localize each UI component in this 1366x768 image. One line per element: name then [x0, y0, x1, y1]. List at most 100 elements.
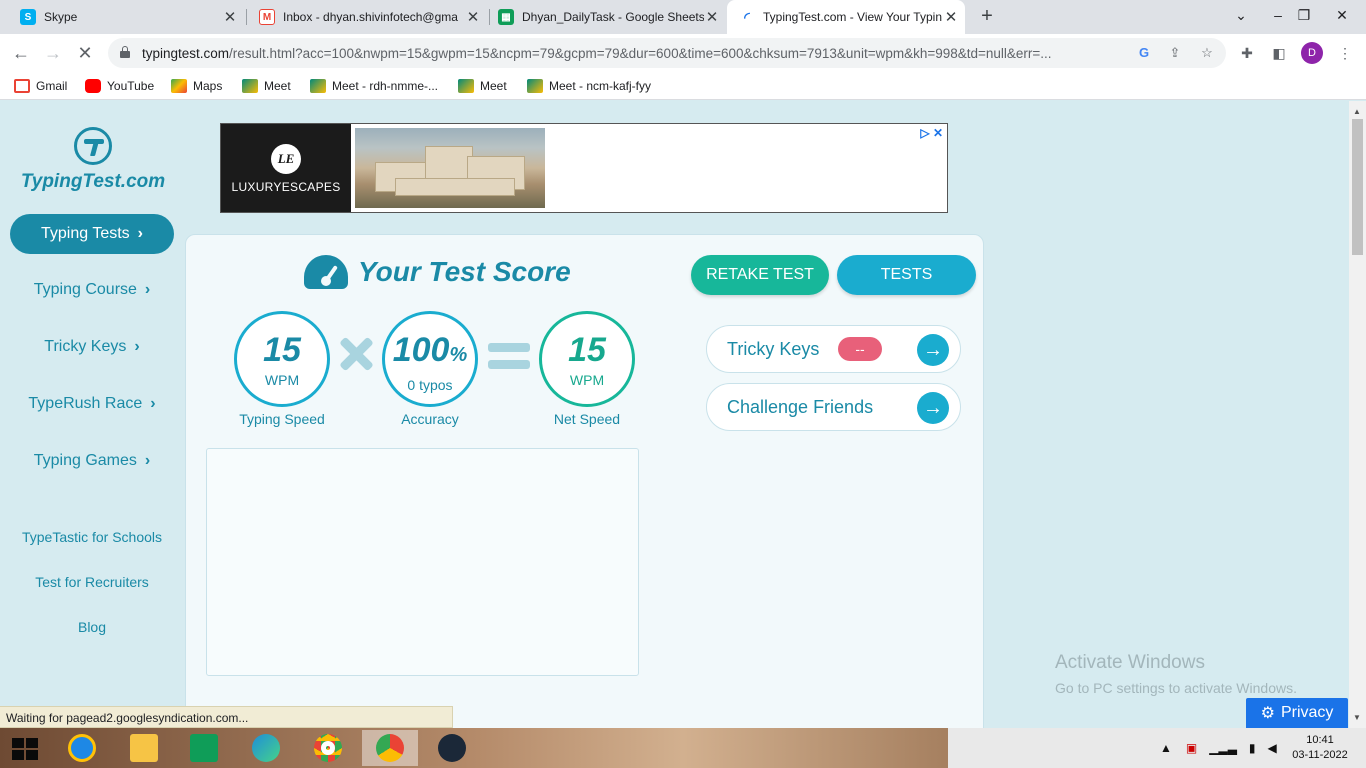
google-lens-icon[interactable]: G: [1135, 44, 1153, 62]
link-test-recruiters[interactable]: Test for Recruiters: [10, 574, 174, 590]
sidebar-item-typing-course[interactable]: Typing Course ›: [10, 275, 174, 305]
share-icon[interactable]: ⇪: [1166, 44, 1184, 62]
edge-icon[interactable]: [238, 730, 294, 766]
sidebar-item-typing-games[interactable]: Typing Games ›: [10, 446, 174, 476]
bookmarks-bar: Gmail YouTube Maps Meet Meet - rdh-nmme-…: [0, 72, 1366, 100]
close-icon[interactable]: ✕: [222, 8, 238, 26]
youtube-icon: [85, 79, 101, 93]
site-logo[interactable]: TypingTest.com: [18, 127, 168, 193]
net-speed-value: 15: [568, 331, 606, 369]
sidebar-item-typerush-race[interactable]: TypeRush Race ›: [10, 389, 174, 419]
forward-button[interactable]: →: [40, 40, 66, 66]
chevron-right-icon: ›: [144, 452, 151, 469]
meet-icon: [527, 79, 543, 93]
challenge-friends-card[interactable]: Challenge Friends →: [706, 383, 961, 431]
store-icon[interactable]: [176, 730, 232, 766]
net-speed-unit: WPM: [569, 372, 605, 388]
chrome-icon[interactable]: [300, 730, 356, 766]
link-blog[interactable]: Blog: [10, 619, 174, 635]
chrome-active-icon[interactable]: [362, 730, 418, 766]
tricky-keys-card[interactable]: Tricky Keys -- →: [706, 325, 961, 373]
meet-icon: [242, 79, 258, 93]
bookmark-meet-rdh[interactable]: Meet - rdh-nmme-...: [310, 77, 438, 95]
close-window-button[interactable]: ✕: [1322, 0, 1362, 30]
tab-title: Dhyan_DailyTask - Google Sheets: [522, 10, 704, 24]
network-error-icon[interactable]: ▣: [1186, 741, 1197, 755]
volume-icon[interactable]: ◀: [1268, 741, 1277, 755]
bookmark-maps[interactable]: Maps: [171, 77, 222, 95]
side-panel-icon[interactable]: ◧: [1268, 42, 1290, 64]
ad-brand-text: LUXURYESCAPES: [231, 180, 341, 194]
bookmark-meet-2[interactable]: Meet: [458, 77, 507, 95]
tab-sheets[interactable]: ▦ Dhyan_DailyTask - Google Sheets ✕: [486, 0, 726, 34]
bookmark-meet-ncm[interactable]: Meet - ncm-kafj-fyy: [527, 77, 651, 95]
page-scrollbar[interactable]: ▲ ▼: [1349, 101, 1366, 728]
arrow-right-icon[interactable]: →: [917, 334, 949, 366]
sidebar-item-typing-tests[interactable]: Typing Tests ›: [10, 214, 174, 254]
activate-subtitle: Go to PC settings to activate Windows.: [1055, 680, 1297, 696]
link-typetastic-schools[interactable]: TypeTastic for Schools: [10, 529, 174, 545]
accuracy-caption: Accuracy: [401, 411, 459, 427]
profile-avatar[interactable]: D: [1301, 42, 1323, 64]
address-bar[interactable]: typingtest.com/result.html?acc=100&nwpm=…: [108, 38, 1226, 68]
ad-monogram: LE: [271, 144, 301, 174]
tab-skype[interactable]: S Skype ✕: [8, 0, 244, 34]
close-icon[interactable]: ✕: [943, 8, 959, 26]
privacy-button[interactable]: ⚙ Privacy: [1246, 698, 1348, 728]
challenge-friends-label: Challenge Friends: [727, 396, 874, 417]
scroll-thumb[interactable]: [1352, 119, 1363, 255]
stop-loading-button[interactable]: ✕: [72, 40, 98, 66]
ad-brand-panel: LE LUXURYESCAPES: [221, 124, 351, 212]
close-icon[interactable]: ✕: [465, 8, 481, 26]
score-card: Your Test Score RETAKE TEST TESTS 15 WPM…: [185, 234, 984, 728]
logo-icon: [74, 127, 112, 165]
ad-choices-icon[interactable]: ▷ ✕: [920, 126, 943, 140]
percent-sign: %: [449, 344, 468, 366]
bookmark-star-icon[interactable]: ☆: [1198, 44, 1216, 62]
accuracy-number: 100: [392, 331, 450, 369]
clock-time: 10:41: [1306, 734, 1334, 746]
signal-icon[interactable]: ▁▂▃: [1209, 741, 1237, 755]
ad-image: [355, 128, 545, 208]
typing-speed-unit: WPM: [264, 372, 300, 388]
steam-icon[interactable]: [424, 730, 480, 766]
close-icon[interactable]: ✕: [704, 8, 720, 26]
tab-title: Inbox - dhyan.shivinfotech@gma: [283, 10, 458, 24]
chevron-right-icon: ›: [134, 338, 140, 355]
menu-icon[interactable]: ⋮: [1334, 42, 1356, 64]
multiply-icon: [338, 336, 374, 372]
internet-explorer-icon[interactable]: [54, 730, 110, 766]
extensions-icon[interactable]: ✚: [1236, 42, 1258, 64]
battery-icon[interactable]: ▮: [1249, 741, 1256, 755]
restore-button[interactable]: ❐: [1292, 0, 1316, 30]
sidebar-item-label: Tricky Keys: [44, 338, 127, 355]
meet-icon: [458, 79, 474, 93]
scroll-up-arrow[interactable]: ▲: [1353, 107, 1361, 116]
sidebar-item-label: TypeRush Race: [28, 395, 143, 412]
activate-title: Activate Windows: [1055, 652, 1205, 673]
lock-icon[interactable]: [120, 46, 130, 58]
minimize-button[interactable]: –: [1266, 0, 1290, 30]
tab-gmail[interactable]: M Inbox - dhyan.shivinfotech@gma ✕: [247, 0, 487, 34]
accuracy-value: 100%: [385, 332, 475, 373]
sidebar-item-tricky-keys[interactable]: Tricky Keys ›: [10, 332, 174, 362]
tab-search-icon[interactable]: ⌄: [1228, 0, 1254, 30]
bookmark-meet[interactable]: Meet: [242, 77, 291, 95]
scroll-down-arrow[interactable]: ▼: [1353, 713, 1361, 722]
back-button[interactable]: ←: [8, 40, 34, 66]
chevron-up-icon[interactable]: ▲: [1160, 741, 1172, 755]
tests-button[interactable]: TESTS: [837, 255, 976, 295]
retake-test-button[interactable]: RETAKE TEST: [691, 255, 829, 295]
tab-typingtest[interactable]: ◜ TypingTest.com - View Your Typin ✕: [727, 0, 965, 34]
maps-icon: [171, 79, 187, 93]
new-tab-button[interactable]: +: [976, 5, 998, 27]
file-explorer-icon[interactable]: [116, 730, 172, 766]
url-text[interactable]: typingtest.com/result.html?acc=100&nwpm=…: [142, 46, 1127, 61]
bookmark-gmail[interactable]: Gmail: [14, 77, 67, 95]
ad-banner[interactable]: LE LUXURYESCAPES ▷ ✕: [220, 123, 948, 213]
taskbar-clock[interactable]: 10:41 03-11-2022: [1285, 733, 1355, 763]
windows-start-icon[interactable]: [12, 738, 38, 760]
page-content: TypingTest.com Typing Tests › Typing Cour…: [0, 101, 1349, 728]
arrow-right-icon[interactable]: →: [917, 392, 949, 424]
bookmark-youtube[interactable]: YouTube: [85, 77, 154, 95]
